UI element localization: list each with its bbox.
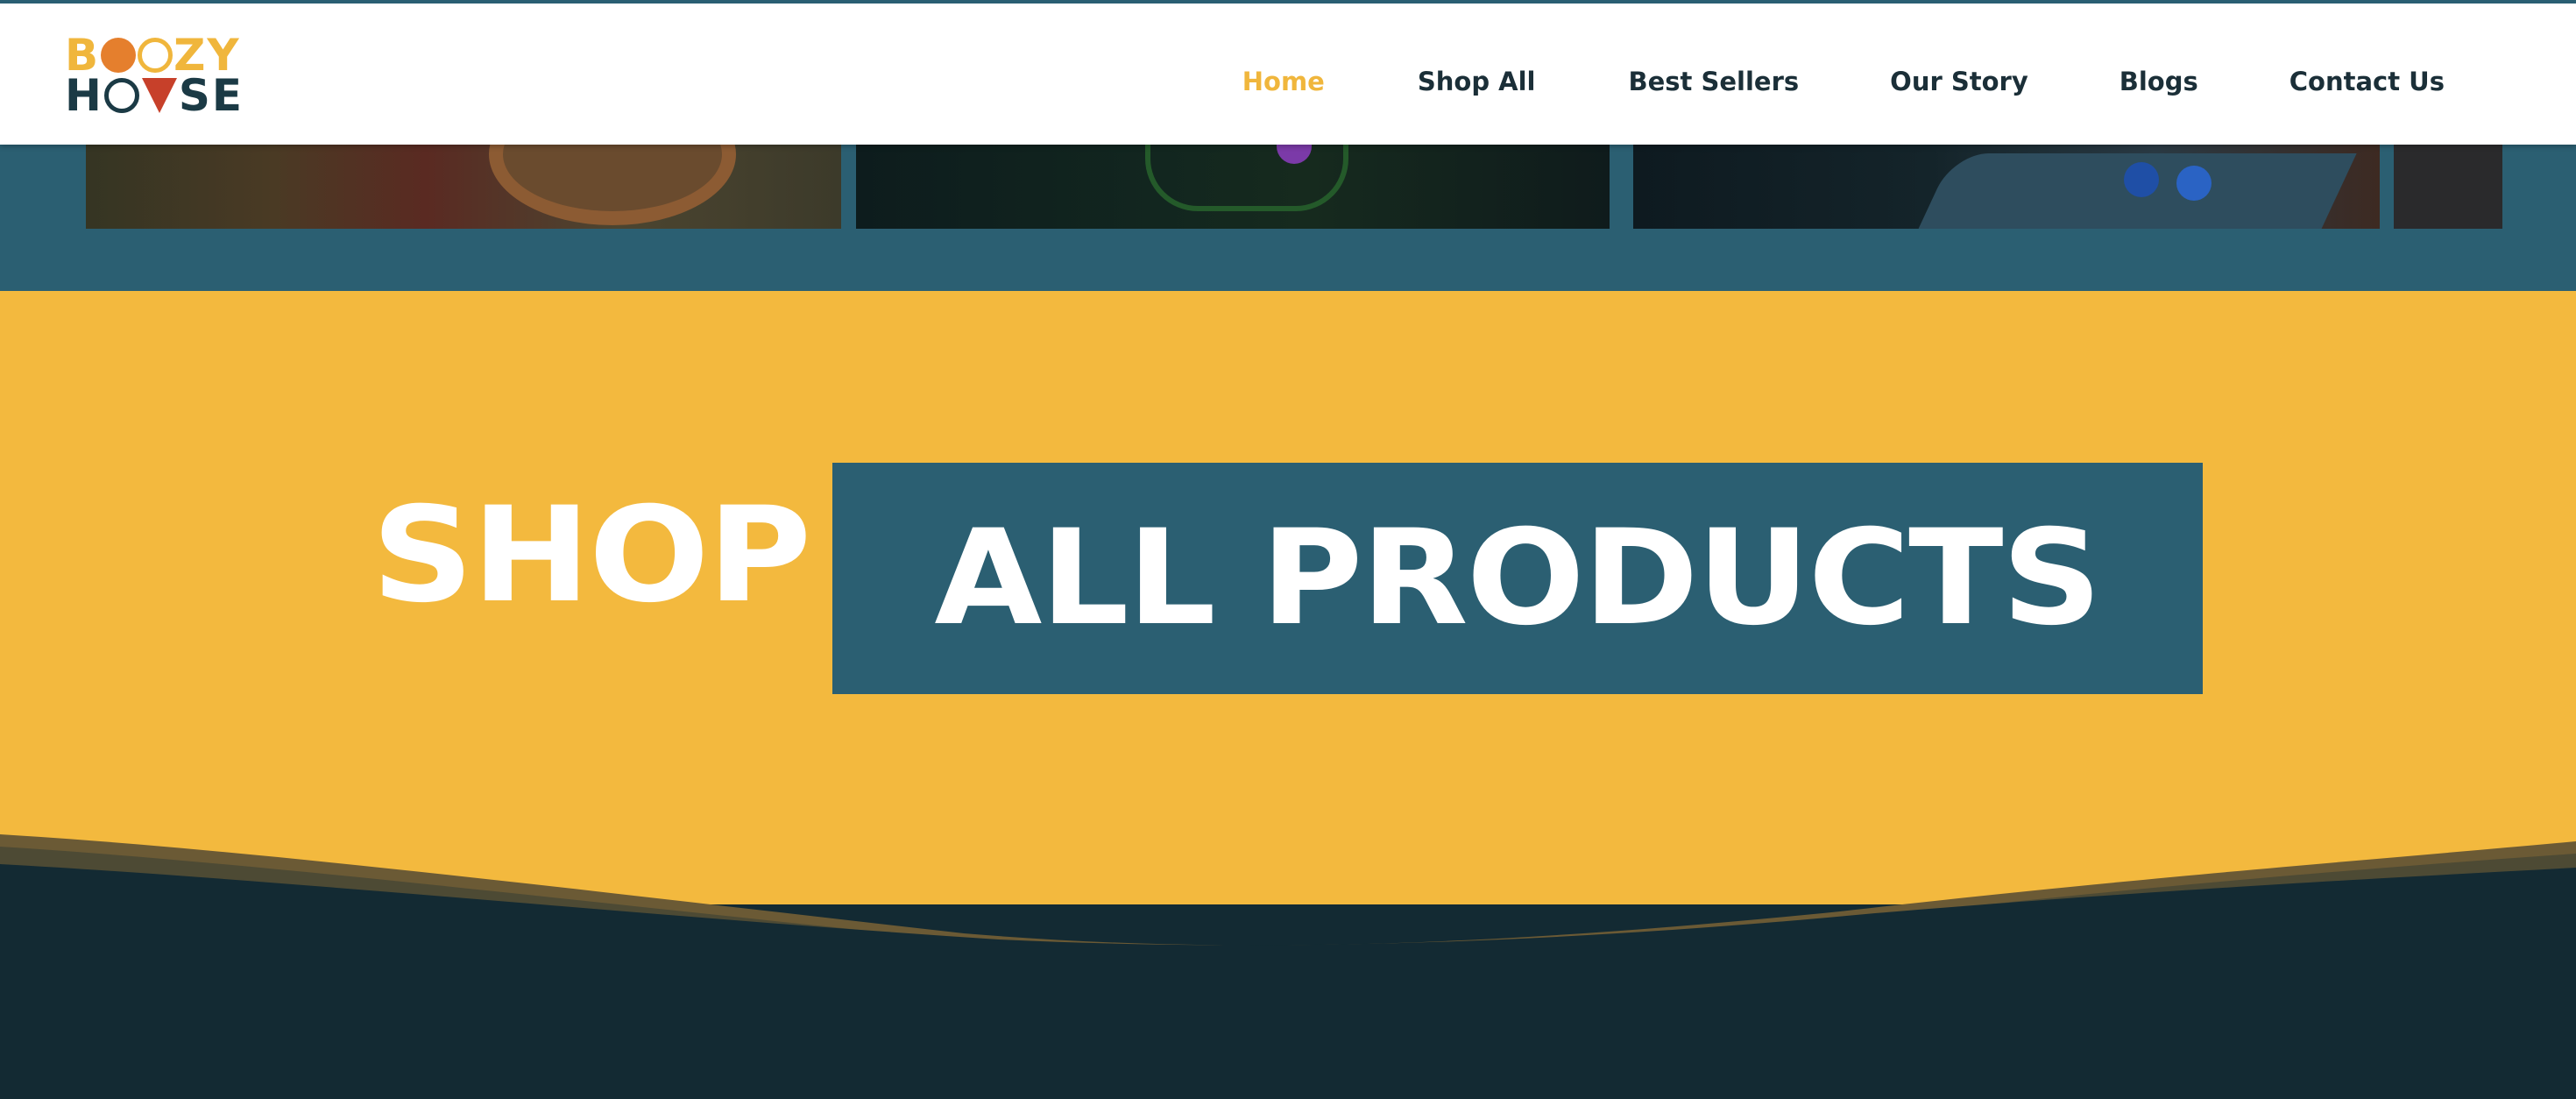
banner-products-box: ALL PRODUCTS [832, 463, 2203, 694]
gallery-photo-partial[interactable] [2394, 145, 2502, 229]
blue-cup-2 [2176, 166, 2212, 201]
photo-gallery-strip [0, 145, 2576, 291]
nav-item-shop-all[interactable]: Shop All [1418, 67, 1536, 96]
logo-o-icon [138, 38, 173, 73]
ping-pong-ball-icon [101, 38, 137, 73]
logo-o2-icon [103, 78, 139, 113]
blue-cup-1 [2124, 162, 2159, 197]
nav-item-our-story[interactable]: Our Story [1890, 67, 2028, 96]
glow-shape [1145, 145, 1348, 211]
nav-item-blogs[interactable]: Blogs [2120, 67, 2198, 96]
boozy-house-logo[interactable]: B ZY H SE [65, 33, 275, 121]
gallery-photo-glow[interactable] [856, 145, 1610, 229]
logo-letters-2a: H [65, 70, 103, 121]
red-cup-icon [141, 78, 177, 113]
site-header: B ZY H SE Home Shop All Best Sellers Our S… [0, 0, 2576, 145]
gallery-photo-cup[interactable] [86, 145, 841, 229]
banner-products-word: ALL PRODUCTS [934, 502, 2103, 655]
wave-divider [0, 834, 2576, 1099]
main-nav: Home Shop All Best Sellers Our Story Blo… [1242, 67, 2445, 96]
banner-shop-word: SHOP [372, 479, 811, 632]
gallery-photo-table[interactable] [1633, 145, 2380, 229]
nav-item-contact-us[interactable]: Contact Us [2289, 67, 2445, 96]
wave-front [0, 864, 2576, 1099]
nav-item-home[interactable]: Home [1242, 67, 1325, 96]
nav-item-best-sellers[interactable]: Best Sellers [1629, 67, 1800, 96]
logo-letters-2b: SE [178, 70, 244, 121]
cup-shape [489, 145, 736, 225]
logo-bottom-row: H SE [65, 70, 244, 121]
